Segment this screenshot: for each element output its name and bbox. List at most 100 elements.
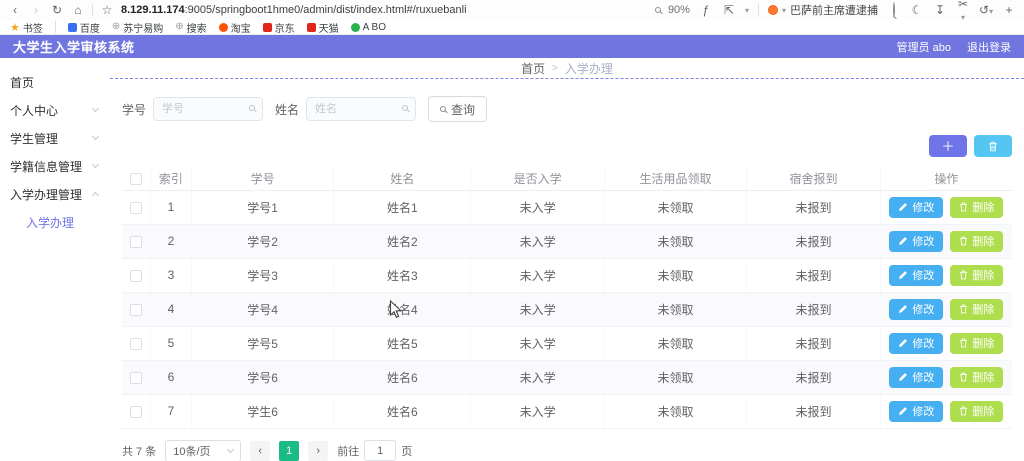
breadcrumb-home[interactable]: 首页 [521,60,545,77]
current-page[interactable]: 1 [279,440,300,461]
bookmarks-bar: ★ 书签 百度 ⊕ 苏宁易购 ⊕ 搜索 淘宝 京东 天猫 A BO [0,20,1024,35]
edit-button-label: 修改 [912,304,935,316]
zoom-indicator[interactable]: 90% [654,4,690,16]
cell-student-id: 学号5 [191,326,335,361]
select-all-checkbox[interactable] [129,173,142,186]
sidebar: 首页个人中心 学生管理 学籍信息管理 入学办理管理 入学办理 [0,58,110,461]
refresh-icon[interactable]: ↻ [50,4,64,16]
bookmark-item[interactable]: 百度 [67,20,100,35]
sidebar-item[interactable]: 入学办理管理 [0,180,110,208]
delete-button[interactable]: 删除 [950,264,1004,286]
student-id-label: 学号 [122,102,147,117]
search-button[interactable]: 查询 [428,96,488,122]
reader-mode-icon[interactable]: ƒ [699,4,713,16]
edit-button[interactable]: 修改 [889,264,944,286]
sidebar-item[interactable]: 首页 [0,68,110,96]
cell-supplies: 未领取 [604,292,748,327]
bookmark-item[interactable]: 京东 [262,20,295,35]
header-index: 索引 [150,167,192,191]
student-id-input[interactable] [153,97,264,121]
next-page-button[interactable]: › [308,440,329,461]
row-checkbox[interactable] [129,303,142,316]
bookmarks-folder[interactable]: ★ 书签 [10,20,43,35]
sidebar-item[interactable]: 个人中心 [0,96,110,124]
main-content: 首页 > 入学办理 学号 姓名 查询 ＋ [110,58,1024,461]
chevron-down-icon [227,445,235,453]
share-icon[interactable]: ⇱ [722,4,736,16]
forward-icon[interactable]: › [29,4,43,16]
trash-icon [989,141,997,151]
row-checkbox[interactable] [129,269,142,282]
pencil-icon [899,407,908,415]
edit-button-label: 修改 [912,406,935,418]
row-checkbox[interactable] [129,337,142,350]
batch-delete-button[interactable] [974,135,1012,157]
cell-enrolled: 未入学 [470,258,605,293]
sidebar-item[interactable]: 学籍信息管理 [0,152,110,180]
pencil-icon [899,237,908,245]
bookmark-item[interactable]: 淘宝 [218,20,251,35]
cell-dorm: 未报到 [746,224,881,259]
edit-button[interactable]: 修改 [889,298,944,320]
row-checkbox[interactable] [129,201,142,214]
trash-icon [960,202,968,212]
magnifier-icon [249,105,256,111]
bookmark-item[interactable]: A BO [350,22,386,33]
home-icon[interactable]: ⌂ [71,4,85,16]
delete-button[interactable]: 删除 [950,196,1004,218]
logout-button[interactable]: 退出登录 [967,39,1011,55]
download-icon[interactable]: ↧ [933,4,947,16]
name-input[interactable] [306,97,417,121]
sidebar-subitem[interactable]: 入学办理 [0,208,110,236]
address-bar[interactable]: 8.129.11.174:9005/springboot1hme0/admin/… [121,4,467,16]
history-icon[interactable]: ↺▾ [979,4,993,16]
row-checkbox[interactable] [129,235,142,248]
chevron-down-icon[interactable]: ▾ [745,6,749,15]
page-size-select[interactable]: 10条/页 [165,439,242,461]
breadcrumb-separator-icon: > [552,62,558,74]
cell-enrolled: 未入学 [470,292,605,327]
edit-button[interactable]: 修改 [889,332,944,354]
pencil-icon [899,305,908,313]
add-button[interactable]: ＋ [929,135,967,157]
edit-button[interactable]: 修改 [889,196,944,218]
table-row: 4 学号4 姓名4 未入学 未领取 未报到 修改 删除 [122,292,1012,327]
prev-page-button[interactable]: ‹ [250,440,271,461]
delete-button[interactable]: 删除 [950,298,1004,320]
back-icon[interactable]: ‹ [8,4,22,16]
delete-button[interactable]: 删除 [950,366,1004,388]
sidebar-item[interactable]: 学生管理 [0,124,110,152]
sidebar-item-label: 首页 [10,75,35,90]
new-tab-icon[interactable]: + [1002,4,1016,16]
pencil-icon [899,271,908,279]
bookmark-item[interactable]: ⊕ 搜索 [175,20,206,35]
bookmark-star-icon[interactable]: ☆ [100,4,114,16]
delete-button-label: 删除 [972,236,995,248]
row-checkbox-cell [122,394,151,429]
row-actions: 修改 删除 [880,326,1012,361]
delete-button-label: 删除 [972,270,995,282]
news-ticker[interactable]: ▾ 巴萨前主席遭逮捕 [767,2,878,18]
edit-button[interactable]: 修改 [889,366,944,388]
cell-index: 6 [150,360,192,395]
row-checkbox[interactable] [129,371,142,384]
screenshot-icon[interactable]: ✂▾ [956,0,970,22]
bookmark-label: 天猫 [318,23,339,35]
delete-button[interactable]: 删除 [950,332,1004,354]
edit-button[interactable]: 修改 [889,400,944,422]
bookmark-item[interactable]: ⊕ 苏宁易购 [112,20,163,35]
edit-button[interactable]: 修改 [889,230,944,252]
delete-button-label: 删除 [972,338,995,350]
night-mode-icon[interactable]: ☾ [910,4,924,16]
trash-icon [960,270,968,280]
bookmark-label: 苏宁易购 [123,23,164,35]
favicon [350,22,360,32]
search-icon[interactable] [887,2,901,18]
delete-button[interactable]: 删除 [950,230,1004,252]
delete-button[interactable]: 删除 [950,400,1004,422]
bookmark-item[interactable]: 天猫 [306,20,339,35]
row-checkbox[interactable] [129,405,142,418]
trash-icon [960,338,968,348]
magnifier-icon [893,2,895,18]
goto-page-input[interactable] [364,440,397,461]
